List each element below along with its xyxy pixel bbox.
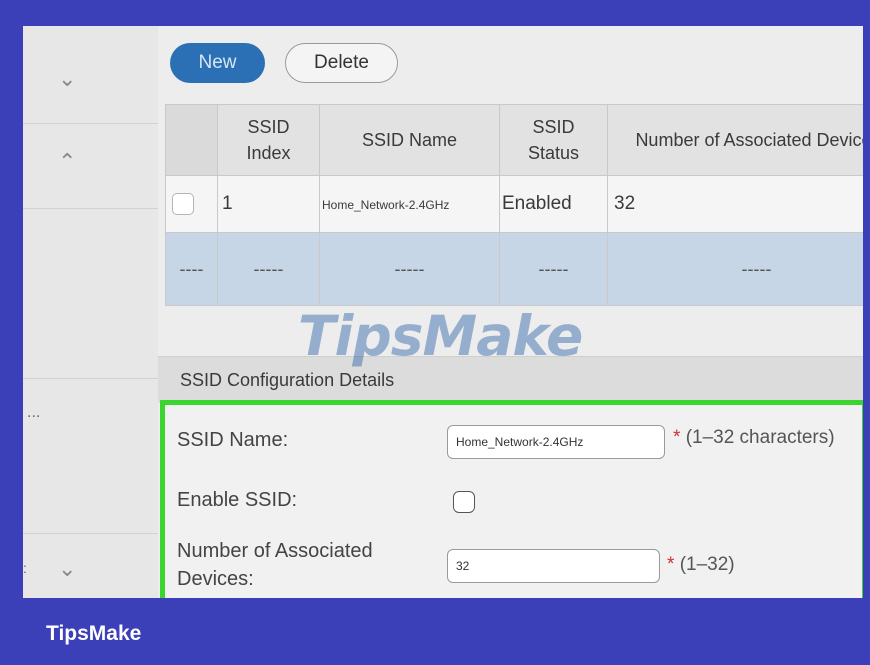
- column-header-select: [165, 104, 218, 176]
- ssid-config-form: SSID Name: Home_Network-2.4GHz * (1–32 c…: [160, 400, 863, 598]
- cell-placeholder: ----: [165, 232, 218, 306]
- cell-ssid-index: 1: [217, 175, 320, 233]
- row-checkbox[interactable]: [172, 192, 194, 215]
- table-row[interactable]: 1 Home_Network-2.4GHz Enabled 32: [165, 175, 863, 233]
- cell-ssid-name: Home_Network-2.4GHz: [319, 175, 500, 233]
- sidebar-row[interactable]: ⌄: [23, 26, 158, 124]
- required-mark: *: [667, 554, 675, 575]
- ssid-name-input[interactable]: Home_Network-2.4GHz: [447, 425, 665, 459]
- delete-button[interactable]: Delete: [285, 43, 398, 83]
- chevron-up-icon[interactable]: ⌃: [58, 149, 76, 175]
- details-title: SSID Configuration Details: [180, 370, 395, 390]
- watermark-logo: TipsMake: [298, 304, 583, 368]
- sidebar-row[interactable]: ⌃: [23, 123, 158, 209]
- chevron-down-icon[interactable]: ⌄: [58, 556, 76, 582]
- new-button[interactable]: New: [170, 43, 265, 83]
- table-header-row: SSID Index SSID Name SSID Status Number …: [165, 104, 863, 176]
- header-text: SSID Index: [246, 117, 291, 163]
- ssid-name-hint-text: (1–32 characters): [685, 427, 835, 448]
- cell-placeholder: -----: [217, 232, 320, 306]
- column-header-associated-devices[interactable]: Number of Associated Devices: [607, 104, 863, 176]
- table-row-new[interactable]: ---- ----- ----- ----- -----: [165, 232, 863, 306]
- column-header-ssid-index[interactable]: SSID Index: [217, 104, 320, 176]
- cell-placeholder: -----: [499, 232, 608, 306]
- chevron-down-icon[interactable]: ⌄: [58, 66, 76, 92]
- sidebar-colon: :: [23, 560, 27, 576]
- enable-ssid-label: Enable SSID:: [177, 489, 298, 511]
- row-checkbox-cell[interactable]: [165, 175, 218, 233]
- associated-devices-label-line2: Devices:: [177, 568, 254, 590]
- header-text: Number of Associated Devices: [635, 130, 863, 150]
- associated-devices-label: Number of Associated Devices:: [177, 537, 373, 593]
- associated-devices-label-line1: Number of Associated: [177, 540, 373, 562]
- associated-devices-hint: * (1–32): [667, 554, 735, 576]
- brand-logo-text: TipsMake: [46, 622, 142, 645]
- cell-ssid-status: Enabled: [499, 175, 608, 233]
- main-panel: New Delete SSID Index SSID Name SSID Sta…: [158, 26, 863, 598]
- cell-placeholder: -----: [607, 232, 863, 306]
- header-text: SSID Status: [527, 117, 580, 163]
- ssid-name-label: SSID Name:: [177, 429, 289, 451]
- associated-devices-input[interactable]: 32: [447, 549, 660, 583]
- sidebar: ⌄ ⌃ ... : ⌄: [23, 26, 159, 598]
- sidebar-row[interactable]: : ⌄: [23, 533, 158, 598]
- cell-placeholder: -----: [319, 232, 500, 306]
- app-window: ⌄ ⌃ ... : ⌄ New Delete SSID Index SSID N…: [23, 26, 863, 598]
- enable-ssid-checkbox[interactable]: [453, 491, 475, 513]
- watermark-text: TipsMake: [298, 304, 583, 368]
- sidebar-overflow-text: ...: [27, 404, 41, 421]
- ssid-table: SSID Index SSID Name SSID Status Number …: [165, 104, 863, 306]
- associated-devices-value: 32: [456, 559, 470, 573]
- associated-devices-hint-text: (1–32): [679, 554, 735, 575]
- cell-associated-devices: 32: [607, 175, 863, 233]
- required-mark: *: [673, 427, 681, 448]
- sidebar-row: [23, 208, 158, 379]
- ssid-name-hint: * (1–32 characters): [673, 427, 835, 449]
- ssid-name-text: Home_Network-2.4GHz: [322, 198, 450, 212]
- column-header-ssid-status[interactable]: SSID Status: [499, 104, 608, 176]
- ssid-name-value: Home_Network-2.4GHz: [456, 435, 584, 449]
- column-header-ssid-name[interactable]: SSID Name: [319, 104, 500, 176]
